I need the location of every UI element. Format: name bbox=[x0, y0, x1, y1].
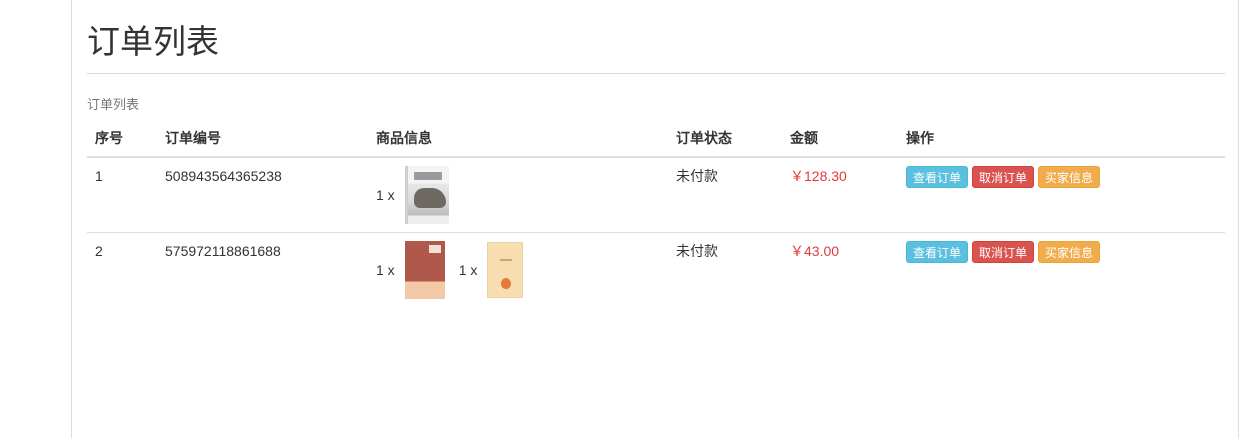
cancel-order-button[interactable]: 取消订单 bbox=[972, 166, 1035, 188]
row-amount: ￥128.30 bbox=[782, 157, 898, 233]
row-actions: 查看订单 取消订单 买家信息 bbox=[898, 233, 1225, 308]
table-row: 1 508943564365238 1 x 未付款 ￥128.30 查看订单 取… bbox=[87, 157, 1225, 233]
row-goods: 1 x bbox=[368, 157, 668, 233]
view-order-button[interactable]: 查看订单 bbox=[906, 241, 969, 263]
row-goods: 1 x 1 x bbox=[368, 233, 668, 308]
goods-item: 1 x bbox=[376, 241, 445, 299]
view-order-button[interactable]: 查看订单 bbox=[906, 166, 969, 188]
row-order-no: 575972118861688 bbox=[165, 243, 281, 259]
header-index: 序号 bbox=[87, 120, 157, 158]
goods-qty: 1 x bbox=[376, 187, 395, 203]
title-divider bbox=[87, 73, 1225, 74]
table-caption: 订单列表 bbox=[87, 97, 140, 112]
red-book-cover-icon[interactable] bbox=[404, 241, 445, 299]
goods-item: 1 x bbox=[459, 242, 524, 298]
row-status: 未付款 bbox=[676, 243, 718, 259]
goods-qty: 1 x bbox=[458, 262, 478, 278]
goods-qty: 1 x bbox=[376, 262, 395, 278]
header-order-no: 订单编号 bbox=[157, 120, 368, 158]
row-status: 未付款 bbox=[668, 157, 782, 233]
buyer-info-button[interactable]: 买家信息 bbox=[1038, 166, 1101, 188]
row-index: 2 bbox=[95, 243, 103, 259]
row-index: 1 bbox=[87, 157, 157, 233]
header-status: 订单状态 bbox=[668, 120, 782, 158]
header-goods: 商品信息 bbox=[368, 120, 668, 158]
header-actions: 操作 bbox=[898, 120, 1225, 158]
javascript-book-cover-icon[interactable] bbox=[404, 166, 449, 224]
orders-table: 序号 订单编号 商品信息 订单状态 金额 操作 1 50894356436523… bbox=[87, 120, 1225, 307]
cancel-order-button[interactable]: 取消订单 bbox=[972, 241, 1035, 263]
yellow-book-cover-icon[interactable] bbox=[487, 242, 524, 298]
table-header-row: 序号 订单编号 商品信息 订单状态 金额 操作 bbox=[87, 120, 1225, 158]
row-actions: 查看订单 取消订单 买家信息 bbox=[898, 157, 1225, 233]
row-order-no: 508943564365238 bbox=[157, 157, 368, 233]
buyer-info-button[interactable]: 买家信息 bbox=[1038, 241, 1101, 263]
row-amount: ￥43.00 bbox=[790, 243, 840, 259]
page-title: 订单列表 bbox=[87, 23, 219, 60]
goods-item: 1 x bbox=[376, 166, 449, 224]
header-amount: 金额 bbox=[782, 120, 898, 158]
table-row: 2 575972118861688 1 x 1 x 未付款 ￥43.00 查看订… bbox=[87, 233, 1225, 308]
